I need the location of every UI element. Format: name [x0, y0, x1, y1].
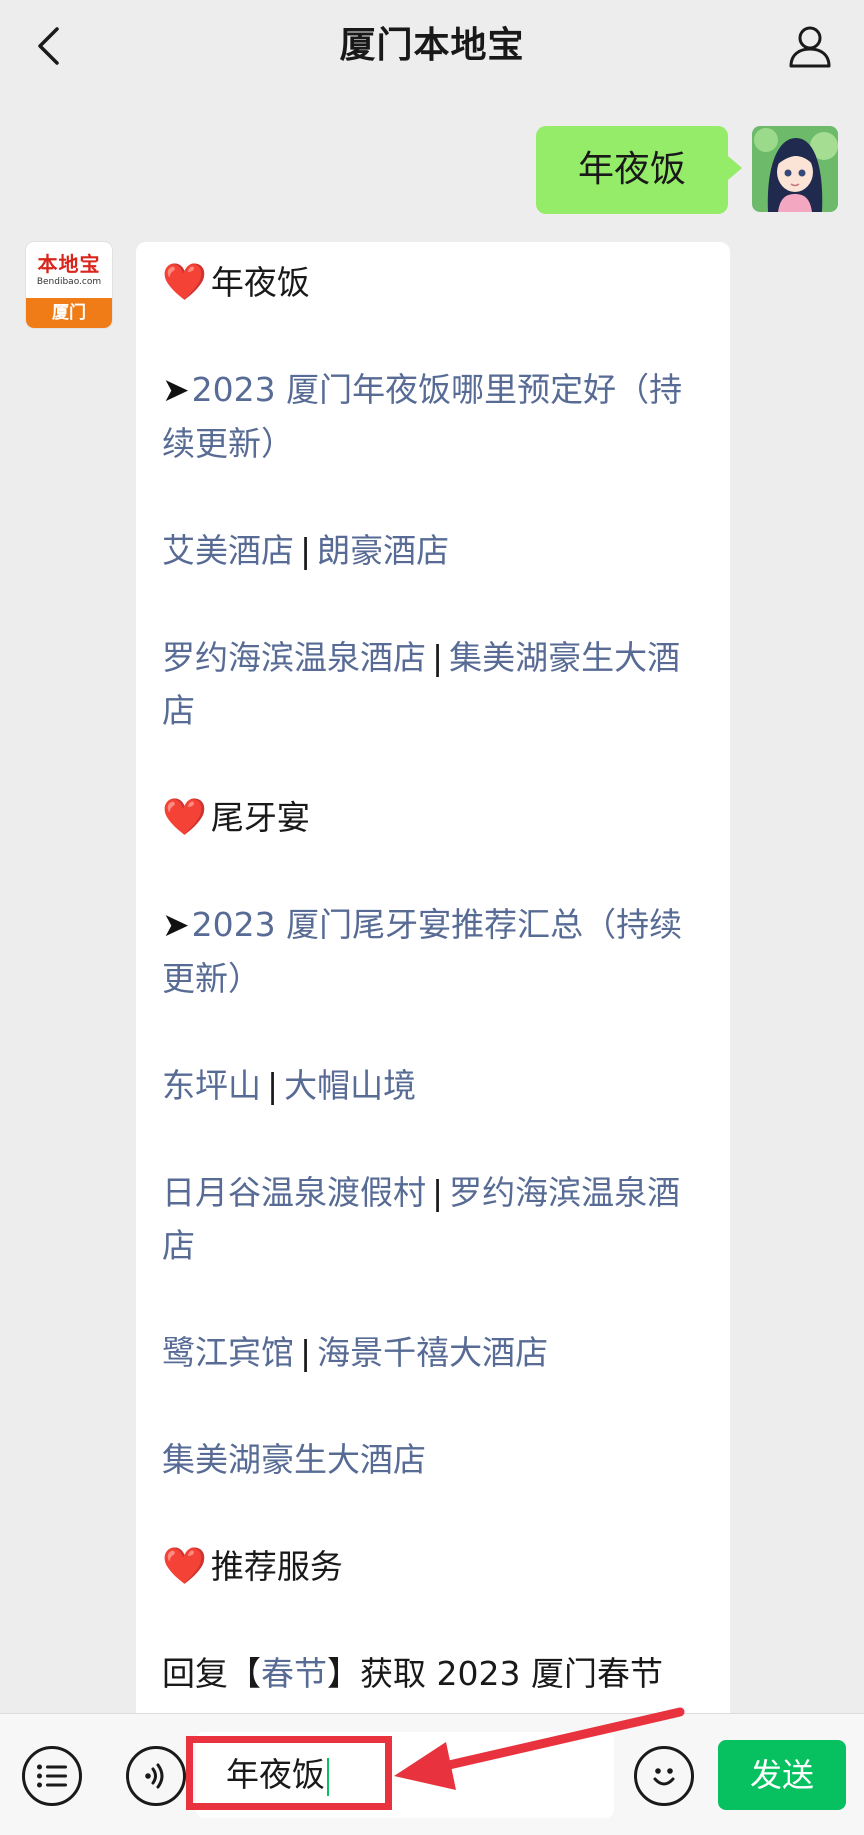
- person-icon: [789, 26, 831, 68]
- separator: |: [300, 1333, 312, 1372]
- logo-text: 本地宝: [37, 252, 101, 276]
- heart-icon: ❤️: [162, 1546, 207, 1587]
- section-heading: ❤️ 年夜饭: [162, 256, 704, 310]
- hotel-link[interactable]: 艾美酒店: [162, 531, 294, 570]
- section-heading: ❤️ 推荐服务: [162, 1540, 704, 1594]
- feature-link-row: ➤2023 厦门年夜饭哪里预定好（持续更新）: [162, 363, 704, 470]
- reply-keyword-link[interactable]: 春节: [261, 1654, 327, 1693]
- arrow-icon: ➤: [162, 905, 190, 944]
- menu-toggle-button[interactable]: [22, 1746, 82, 1806]
- back-button[interactable]: [26, 22, 70, 70]
- feature-link[interactable]: 2023 厦门尾牙宴推荐汇总（持续更新）: [162, 905, 682, 998]
- venue-link[interactable]: 日月谷温泉渡假村: [162, 1173, 426, 1212]
- separator: |: [267, 1065, 279, 1105]
- list-icon: [37, 1764, 67, 1788]
- heart-icon: ❤️: [162, 262, 207, 303]
- heading-text: 年夜饭: [210, 263, 310, 302]
- logo-domain: Bendibao.com: [36, 277, 102, 287]
- hotel-link[interactable]: 罗约海滨温泉酒店: [162, 638, 426, 677]
- arrow-icon: ➤: [162, 370, 190, 409]
- profile-button[interactable]: [784, 20, 836, 72]
- user-avatar[interactable]: [752, 126, 838, 212]
- voice-input-button[interactable]: [126, 1746, 186, 1806]
- send-button[interactable]: 发送: [718, 1740, 846, 1810]
- section-heading: ❤️ 尾牙宴: [162, 791, 704, 845]
- hotel-link[interactable]: 朗豪酒店: [317, 531, 449, 570]
- feature-link[interactable]: 2023 厦门年夜饭哪里预定好（持续更新）: [162, 370, 682, 463]
- separator: |: [300, 530, 312, 570]
- link-row: 日月谷温泉渡假村 | 罗约海滨温泉酒店: [162, 1166, 704, 1273]
- heading-text: 尾牙宴: [210, 798, 310, 837]
- link-row: 东坪山 | 大帽山境: [162, 1059, 704, 1113]
- link-row: 罗约海滨温泉酒店 | 集美湖豪生大酒店: [162, 631, 704, 738]
- reply-prefix: 回复【: [162, 1654, 261, 1693]
- venue-link[interactable]: 集美湖豪生大酒店: [162, 1440, 426, 1479]
- top-nav: 厦门本地宝: [0, 0, 864, 92]
- bendibao-avatar[interactable]: 本地宝 Bendibao.com 厦门: [26, 242, 112, 328]
- venue-link[interactable]: 鹭江宾馆: [162, 1333, 294, 1372]
- annotation-arrow-icon: [394, 1707, 685, 1790]
- link-row: 集美湖豪生大酒店: [162, 1433, 704, 1487]
- incoming-message-bubble: ❤️ 年夜饭 ➤2023 厦门年夜饭哪里预定好（持续更新） 艾美酒店 | 朗豪酒店 罗…: [136, 242, 730, 1722]
- separator: |: [432, 1172, 444, 1212]
- link-row: 鹭江宾馆 | 海景千禧大酒店: [162, 1326, 704, 1380]
- venue-link[interactable]: 大帽山境: [284, 1066, 416, 1105]
- bendibao-logo: 本地宝 Bendibao.com: [26, 242, 112, 298]
- anime-girl-avatar-image: [752, 126, 838, 212]
- venue-link[interactable]: 海景千禧大酒店: [317, 1333, 548, 1372]
- voice-wave-icon: [145, 1763, 164, 1789]
- reply-suffix: 】获取 2023 厦门春节: [327, 1654, 663, 1693]
- outgoing-message-bubble[interactable]: 年夜饭: [536, 126, 742, 214]
- separator: |: [432, 637, 444, 677]
- heading-text: 推荐服务: [210, 1547, 343, 1586]
- logo-city: 厦门: [26, 298, 112, 328]
- annotation-highlight-box: [186, 1736, 392, 1810]
- page-title: 厦门本地宝: [339, 25, 525, 66]
- feature-link-row: ➤2023 厦门尾牙宴推荐汇总（持续更新）: [162, 898, 704, 1005]
- chevron-left-icon: [38, 27, 59, 65]
- link-row: 艾美酒店 | 朗豪酒店: [162, 524, 704, 578]
- venue-link[interactable]: 东坪山: [162, 1066, 261, 1105]
- heart-icon: ❤️: [162, 797, 207, 838]
